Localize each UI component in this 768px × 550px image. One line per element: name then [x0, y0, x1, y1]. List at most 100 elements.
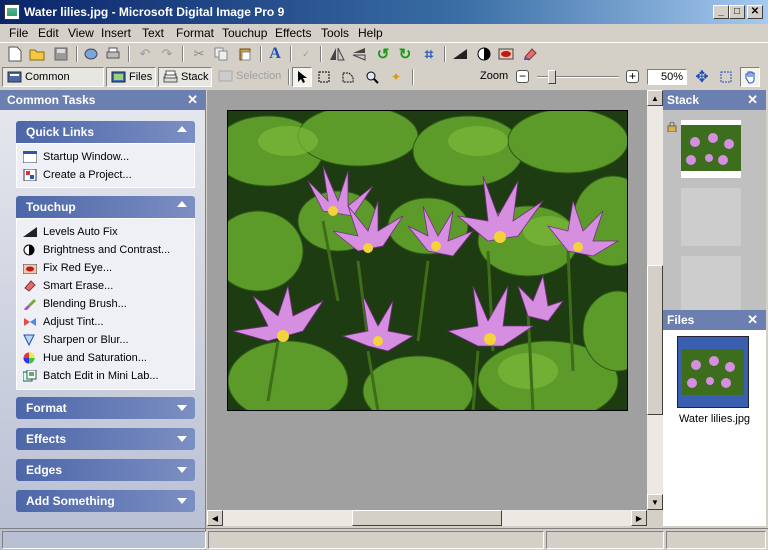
- zoom-tool-icon[interactable]: [362, 67, 382, 87]
- files-panel: Water lilies.jpg: [663, 330, 766, 526]
- tab-files[interactable]: Files: [106, 67, 156, 87]
- vertical-scroll-thumb[interactable]: [647, 265, 663, 415]
- toolbar-separator: [444, 46, 446, 62]
- redo-icon[interactable]: ↷: [158, 45, 176, 63]
- fit-to-window-icon[interactable]: [716, 67, 736, 87]
- section-header[interactable]: Quick Links: [16, 121, 195, 143]
- task-hue-saturation[interactable]: Hue and Saturation...: [17, 349, 194, 367]
- app-icon[interactable]: [4, 4, 20, 20]
- close-button[interactable]: ✕: [747, 5, 763, 19]
- section-title: Touchup: [26, 200, 76, 214]
- pan-icon[interactable]: ✥: [692, 67, 712, 87]
- section-header[interactable]: Format: [16, 397, 195, 419]
- task-smart-erase[interactable]: Smart Erase...: [17, 277, 194, 295]
- task-levels-auto-fix[interactable]: Levels Auto Fix: [17, 223, 194, 241]
- levels-icon[interactable]: [451, 45, 469, 63]
- files-title: Files: [667, 313, 695, 327]
- task-sharpen-blur[interactable]: Sharpen or Blur...: [17, 331, 194, 349]
- blending-brush-icon: [23, 298, 37, 311]
- menu-file[interactable]: File: [9, 26, 28, 40]
- rotate-left-icon[interactable]: ↺: [374, 45, 392, 63]
- section-title: Quick Links: [26, 125, 95, 139]
- task-blending-brush[interactable]: Blending Brush...: [17, 295, 194, 313]
- minimize-button[interactable]: _: [713, 5, 729, 19]
- menu-effects[interactable]: Effects: [275, 26, 311, 40]
- task-fix-red-eye[interactable]: Fix Red Eye...: [17, 259, 194, 277]
- zoom-out-button[interactable]: −: [516, 70, 529, 83]
- menu-edit[interactable]: Edit: [38, 26, 59, 40]
- save-icon[interactable]: [52, 45, 70, 63]
- scroll-up-icon[interactable]: ▲: [647, 90, 663, 106]
- task-adjust-tint[interactable]: Adjust Tint...: [17, 313, 194, 331]
- insert-text-icon[interactable]: A: [266, 45, 284, 63]
- rotate-right-icon[interactable]: ↻: [396, 45, 414, 63]
- task-batch-edit[interactable]: Batch Edit in Mini Lab...: [17, 367, 194, 385]
- undo-icon[interactable]: ↶: [136, 45, 154, 63]
- status-panel: [666, 531, 766, 549]
- close-pane-icon[interactable]: ✕: [187, 92, 198, 108]
- section-header[interactable]: Edges: [16, 459, 195, 481]
- task-brightness-contrast[interactable]: Brightness and Contrast...: [17, 241, 194, 259]
- menu-help[interactable]: Help: [358, 26, 383, 40]
- photo-water-lilies[interactable]: [227, 110, 628, 411]
- smart-erase-icon[interactable]: [521, 45, 539, 63]
- levels-icon: [23, 226, 37, 238]
- spelling-icon[interactable]: ✓: [297, 45, 315, 63]
- expand-chevron-icon: [177, 405, 187, 411]
- scroll-down-icon[interactable]: ▼: [647, 494, 663, 510]
- flip-vertical-icon[interactable]: [350, 45, 368, 63]
- pane-title: Common Tasks: [7, 93, 96, 107]
- image-canvas[interactable]: [207, 90, 647, 510]
- hand-tool-icon[interactable]: [740, 67, 760, 87]
- crop-icon[interactable]: ⌗: [420, 45, 438, 63]
- email-icon[interactable]: [82, 45, 100, 63]
- tab-stack[interactable]: Stack: [158, 67, 212, 87]
- stack-panel: [663, 110, 766, 314]
- lock-icon[interactable]: [667, 121, 677, 133]
- zoom-value-field[interactable]: 50%: [647, 69, 687, 85]
- tab-selection[interactable]: Selection: [214, 67, 286, 87]
- lasso-select-icon[interactable]: [314, 67, 334, 87]
- zoom-in-button[interactable]: +: [626, 70, 639, 83]
- menu-touchup[interactable]: Touchup: [222, 26, 267, 40]
- horizontal-scrollbar[interactable]: ◀ ▶: [207, 510, 647, 526]
- flip-horizontal-icon[interactable]: [328, 45, 346, 63]
- menu-tools[interactable]: Tools: [321, 26, 349, 40]
- scroll-right-icon[interactable]: ▶: [631, 510, 647, 526]
- horizontal-scroll-thumb[interactable]: [352, 510, 502, 526]
- section-header[interactable]: Touchup: [16, 196, 195, 218]
- close-files-icon[interactable]: ✕: [747, 312, 758, 328]
- menu-format[interactable]: Format: [176, 26, 214, 40]
- paste-icon[interactable]: [236, 45, 254, 63]
- stack-thumbnail[interactable]: [681, 120, 741, 178]
- toolbar-separator: [128, 46, 130, 62]
- task-startup-window[interactable]: Startup Window...: [17, 148, 194, 166]
- task-create-project[interactable]: Create a Project...: [17, 166, 194, 184]
- section-header[interactable]: Effects: [16, 428, 195, 450]
- menu-view[interactable]: View: [68, 26, 94, 40]
- open-folder-icon[interactable]: [28, 45, 46, 63]
- close-stack-icon[interactable]: ✕: [747, 92, 758, 108]
- red-eye-icon[interactable]: [497, 45, 515, 63]
- print-icon[interactable]: [104, 45, 122, 63]
- toolbar-separator: [182, 46, 184, 62]
- menu-text[interactable]: Text: [142, 26, 164, 40]
- copy-icon[interactable]: [212, 45, 230, 63]
- brightness-contrast-icon[interactable]: [475, 45, 493, 63]
- pointer-tool-icon[interactable]: [292, 67, 312, 87]
- tab-common-tasks[interactable]: Common Tasks: [2, 67, 104, 101]
- zoom-slider-thumb[interactable]: [547, 70, 556, 84]
- file-thumbnail-selected[interactable]: [677, 336, 749, 408]
- new-icon[interactable]: [6, 45, 24, 63]
- cut-icon[interactable]: ✂: [190, 45, 208, 63]
- file-name-label: Water lilies.jpg: [678, 413, 751, 425]
- section-header[interactable]: Add Something: [16, 490, 195, 512]
- tab-files-label: Files: [129, 71, 153, 83]
- scroll-left-icon[interactable]: ◀: [207, 510, 223, 526]
- menu-insert[interactable]: Insert: [101, 26, 131, 40]
- pane-header: Common Tasks ✕: [0, 90, 206, 110]
- vertical-scrollbar[interactable]: ▲ ▼: [647, 90, 663, 510]
- magic-wand-icon[interactable]: ✦: [386, 67, 406, 87]
- maximize-button[interactable]: □: [729, 5, 745, 19]
- freeform-select-icon[interactable]: [338, 67, 358, 87]
